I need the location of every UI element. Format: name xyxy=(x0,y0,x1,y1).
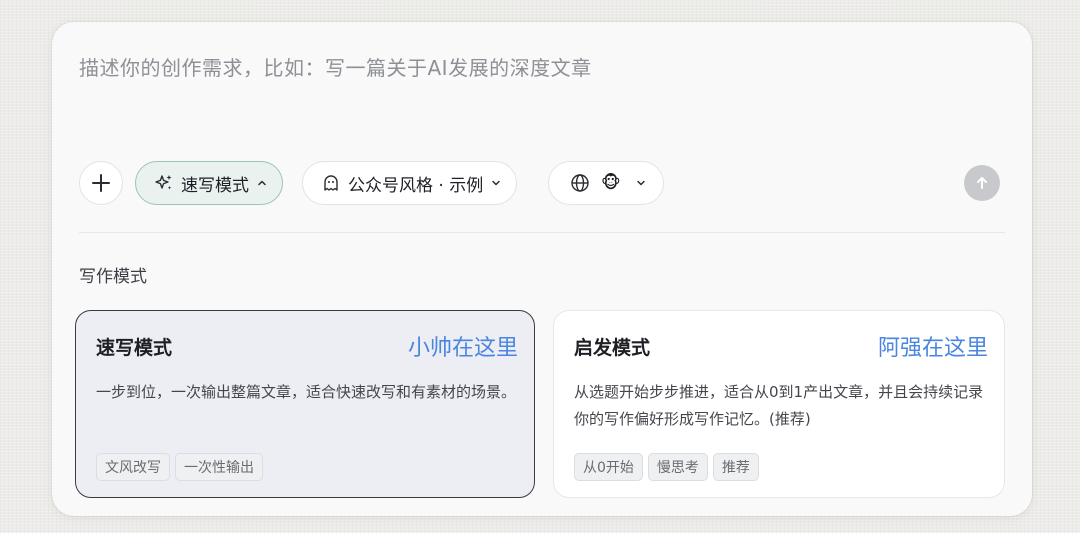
mode-hint: 阿强在这里 xyxy=(877,336,988,361)
tag: 慢思考 xyxy=(647,453,708,481)
ghost-icon xyxy=(321,173,341,193)
mode-tags: 文风改写 一次性输出 xyxy=(96,453,263,481)
sparkles-icon xyxy=(154,173,174,193)
send-button[interactable] xyxy=(964,165,1000,201)
mode-card-quick[interactable]: 速写模式 小帅在这里 一步到位，一次输出整篇文章，适合快速改写和有素材的场景。 … xyxy=(75,310,535,498)
writing-mode-label: 速写模式 xyxy=(181,175,249,196)
section-title: 写作模式 xyxy=(79,267,147,287)
plus-icon xyxy=(92,174,110,192)
chevron-down-icon xyxy=(635,177,647,189)
chevron-up-icon xyxy=(256,177,268,189)
style-selector[interactable]: 公众号风格 · 示例 xyxy=(302,161,518,205)
mode-name: 速写模式 xyxy=(96,337,173,359)
monkey-emoji: 🐵 xyxy=(601,173,621,193)
prompt-input[interactable]: 描述你的创作需求，比如：写一篇关于AI发展的深度文章 xyxy=(79,52,592,81)
mode-description: 从选题开始步步推进，适合从0到1产出文章，并且会持续记录你的写作偏好形成写作记忆… xyxy=(574,383,984,428)
mode-tags: 从0开始 慢思考 推荐 xyxy=(574,453,759,481)
tag: 文风改写 xyxy=(96,453,170,481)
language-selector[interactable]: 🐵 xyxy=(548,161,664,205)
divider xyxy=(79,232,1005,233)
add-button[interactable] xyxy=(79,161,123,205)
composer-card: 描述你的创作需求，比如：写一篇关于AI发展的深度文章 速写模式 公众号风格 · … xyxy=(52,22,1032,516)
tag: 从0开始 xyxy=(574,453,643,481)
arrow-up-icon xyxy=(977,177,987,189)
composer-toolbar: 速写模式 公众号风格 · 示例 🐵 xyxy=(79,161,1005,205)
globe-icon xyxy=(570,173,590,193)
mode-hint: 小帅在这里 xyxy=(407,336,518,361)
mode-card-inspire[interactable]: 启发模式 阿强在这里 从选题开始步步推进，适合从0到1产出文章，并且会持续记录你… xyxy=(553,310,1005,498)
tag: 推荐 xyxy=(712,453,759,481)
mode-description: 一步到位，一次输出整篇文章，适合快速改写和有素材的场景。 xyxy=(96,383,517,401)
chevron-down-icon xyxy=(490,177,502,189)
tag: 一次性输出 xyxy=(175,453,263,481)
style-label: 公众号风格 · 示例 xyxy=(348,175,484,196)
mode-name: 启发模式 xyxy=(574,337,651,359)
writing-mode-selector[interactable]: 速写模式 xyxy=(135,161,283,205)
